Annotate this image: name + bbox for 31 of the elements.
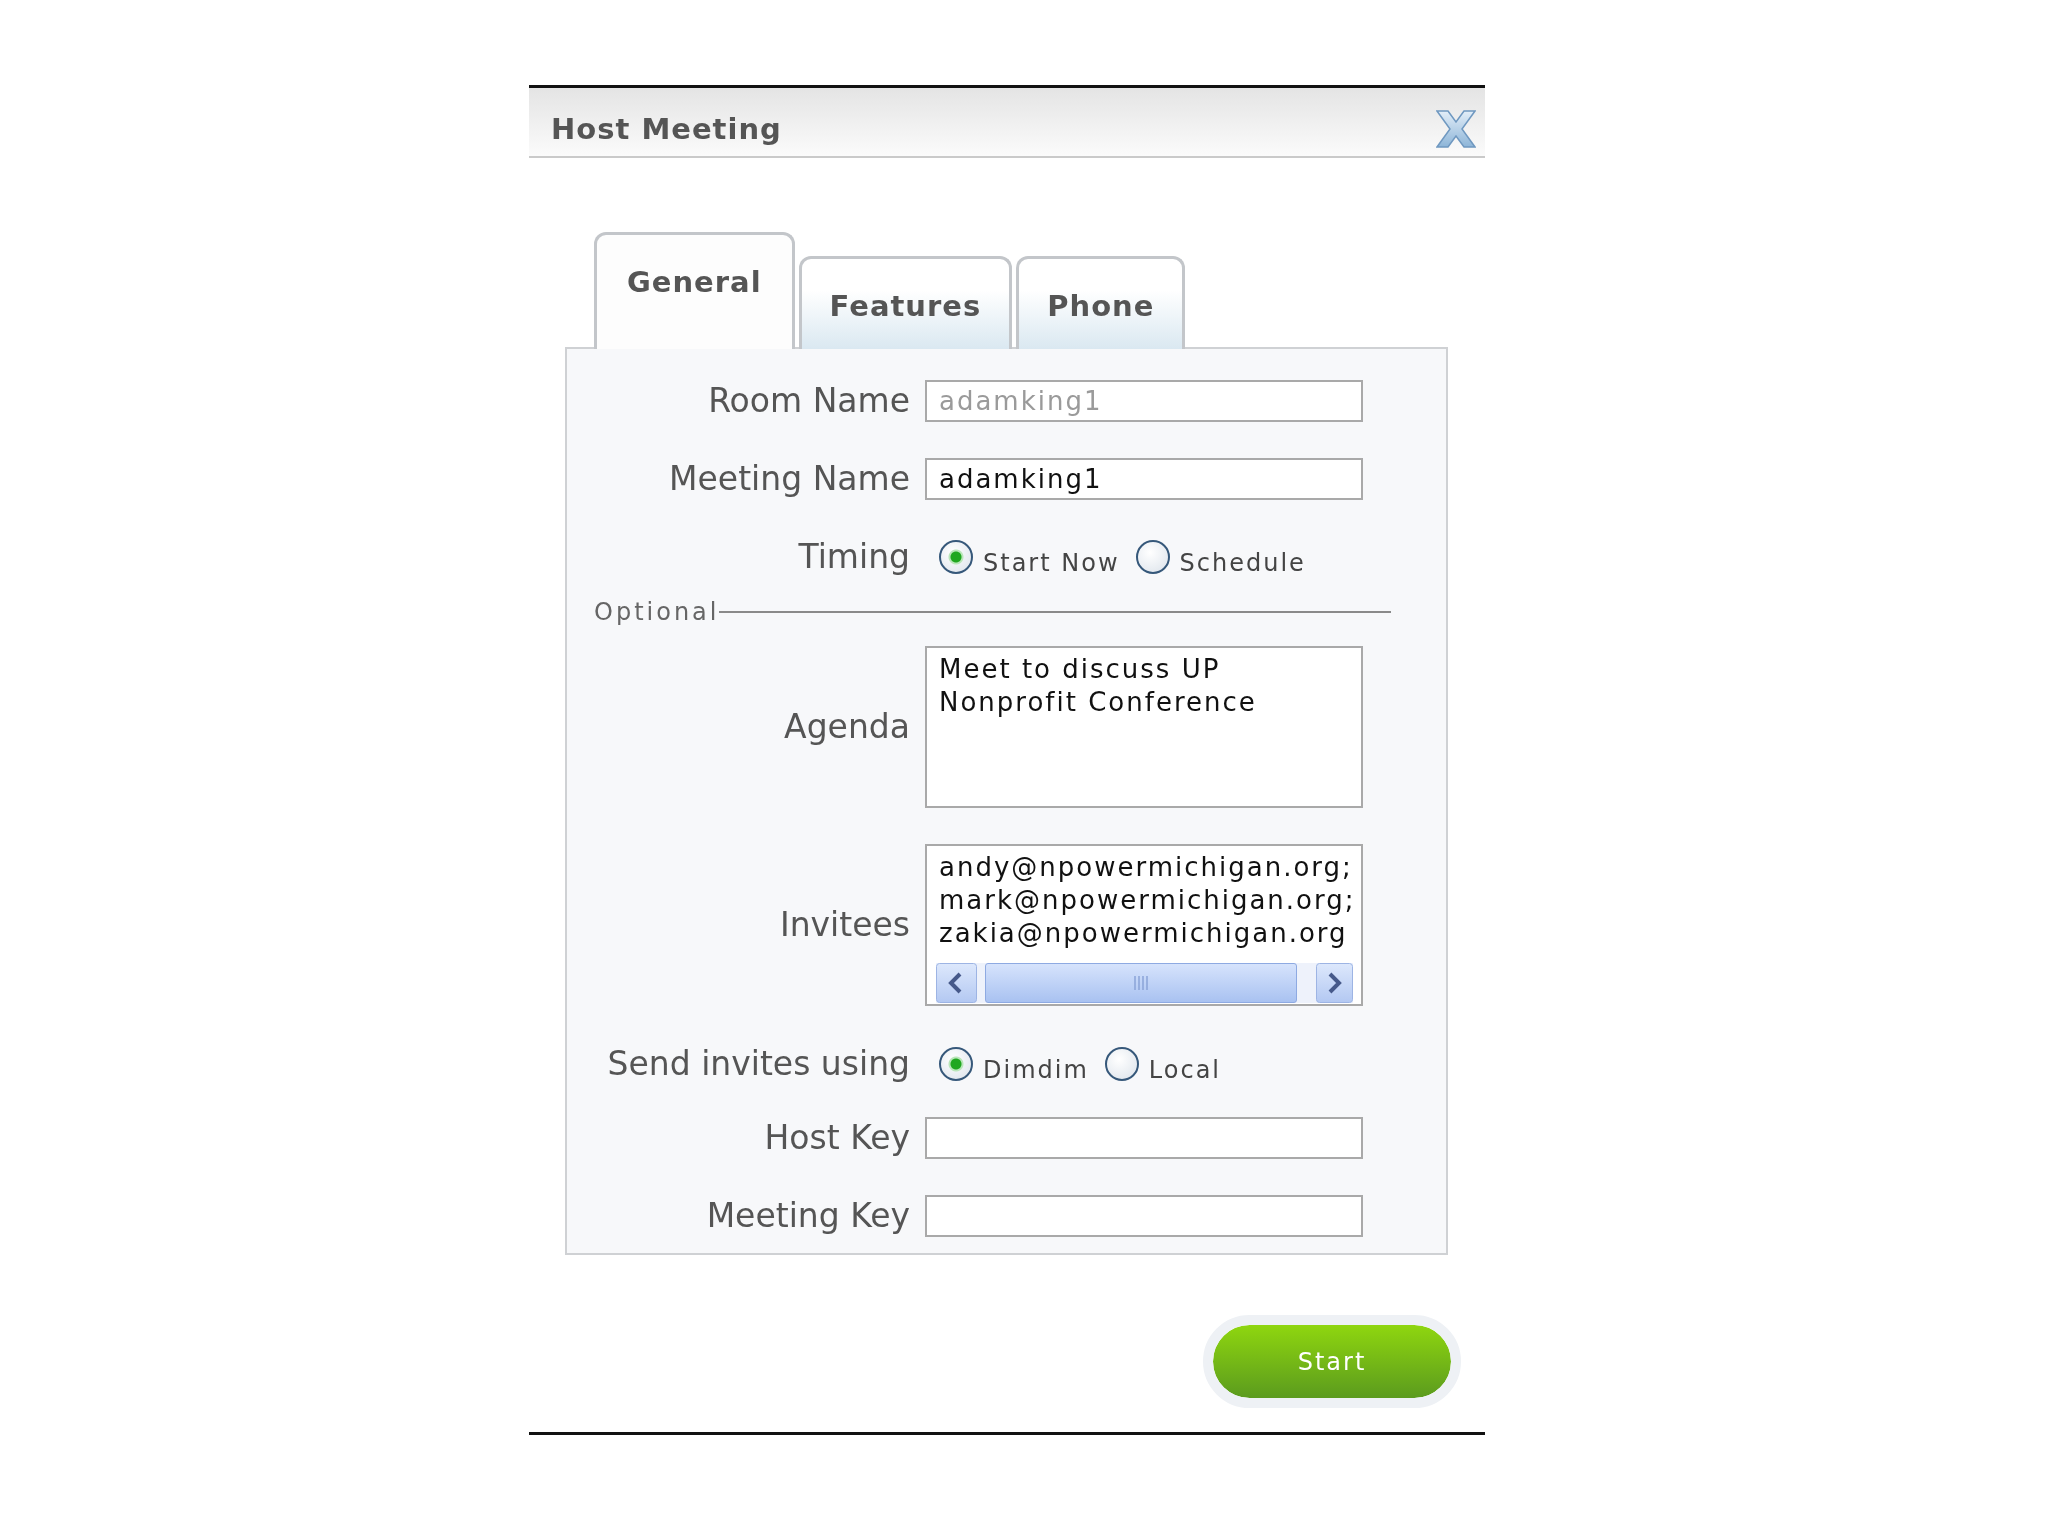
- field-label: Host Key: [763, 1117, 910, 1159]
- tab[interactable]: Features: [798, 256, 1013, 349]
- radio-label[interactable]: Schedule: [1179, 537, 1306, 577]
- scrollbar-thumb[interactable]: [985, 963, 1297, 1003]
- horizontal-scrollbar[interactable]: [936, 963, 1353, 1003]
- section-label: Optional: [594, 598, 720, 626]
- radio-label[interactable]: Local: [1148, 1044, 1221, 1084]
- close-button[interactable]: [1436, 110, 1476, 148]
- radio-button[interactable]: [1135, 540, 1170, 574]
- radio-button[interactable]: [939, 1047, 973, 1081]
- field-label: Room Name: [707, 380, 910, 422]
- field-label: Timing: [797, 536, 910, 578]
- field-label: Invitees: [778, 904, 910, 946]
- grip-icon: [1133, 976, 1149, 990]
- dialog-title: Host Meeting: [551, 112, 782, 146]
- field-label: Send invites using: [606, 1043, 910, 1085]
- radio-label[interactable]: Dimdim: [983, 1044, 1089, 1084]
- input-field[interactable]: [925, 1117, 1363, 1159]
- input-field[interactable]: adamking1: [925, 458, 1363, 500]
- chevron-right-icon[interactable]: [1316, 963, 1353, 1003]
- radio-label[interactable]: Start Now: [983, 537, 1120, 577]
- tab[interactable]: Phone: [1016, 256, 1186, 349]
- input-field[interactable]: [925, 1195, 1363, 1237]
- textarea-field[interactable]: Meet to discuss UP Nonprofit Conference: [925, 646, 1363, 808]
- chevron-left-icon[interactable]: [936, 963, 977, 1003]
- radio-button[interactable]: [939, 540, 973, 574]
- tab[interactable]: General: [594, 232, 795, 349]
- field-label: Agenda: [783, 706, 910, 748]
- field-label: Meeting Name: [668, 458, 910, 500]
- radio-button[interactable]: [1104, 1047, 1139, 1081]
- field-label: Meeting Key: [705, 1195, 910, 1237]
